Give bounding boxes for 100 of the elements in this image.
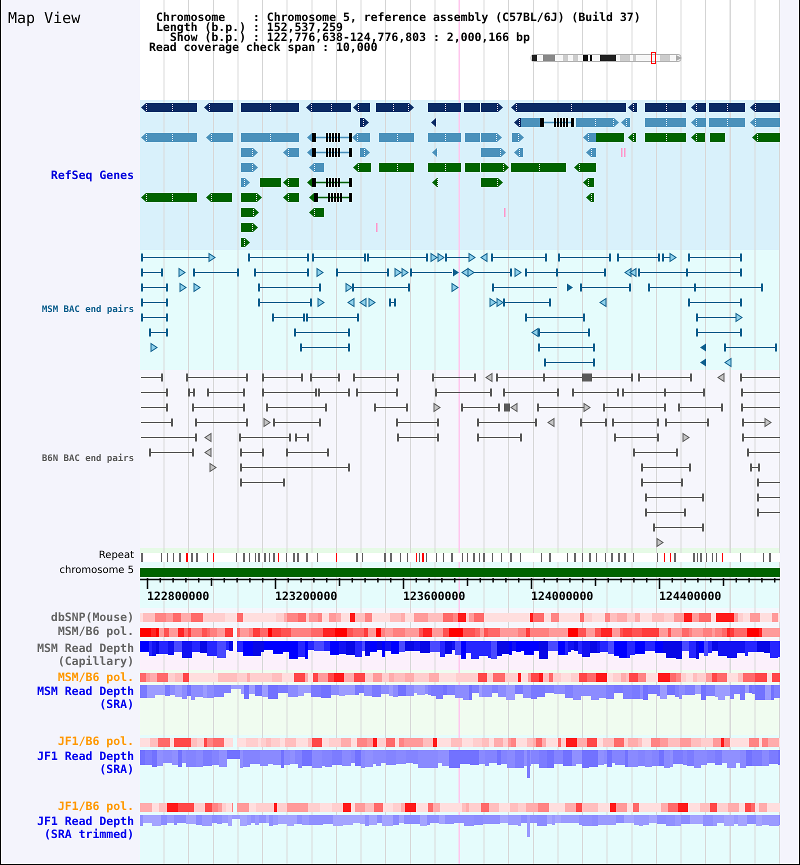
info-label: Show (b.p.) xyxy=(170,32,246,42)
info-value: 152,537,259 xyxy=(266,22,343,32)
bac-end-pair xyxy=(742,418,772,428)
gene-feature xyxy=(691,103,706,112)
bac-end-pair xyxy=(396,434,440,442)
triangle-icon xyxy=(510,402,518,412)
bac-end-pair xyxy=(396,418,440,426)
gene-feature xyxy=(283,193,299,202)
gene-feature xyxy=(360,118,369,127)
bac-end-pair xyxy=(740,388,780,396)
info-value: Chromosome 5, reference assembly (C57BL/6J) (Build 37) xyxy=(266,12,641,22)
bac-end-pair xyxy=(740,404,780,412)
gene-feature xyxy=(428,103,461,112)
gene-feature xyxy=(353,103,370,112)
triangle-icon xyxy=(150,342,158,352)
track-label: JF1 Read Depth (SRA trimmed) xyxy=(36,815,134,841)
bac-end-pair xyxy=(490,254,548,262)
gene-feature xyxy=(709,118,745,127)
triangle-icon xyxy=(547,418,554,428)
triangle-icon xyxy=(682,432,690,442)
bac-end-pair xyxy=(248,254,310,262)
gene-feature xyxy=(481,103,503,112)
coverage-span-value: 10,000 xyxy=(336,42,378,52)
gene-feature xyxy=(481,178,503,187)
bac-end-pair xyxy=(756,508,780,516)
view-title: Map View xyxy=(8,10,80,27)
gene-feature xyxy=(241,223,258,232)
gene-feature xyxy=(709,103,745,112)
bac-end-pair xyxy=(742,434,780,442)
gene-feature xyxy=(241,163,258,172)
track-label: chromosome 5 xyxy=(60,565,134,577)
gene-feature xyxy=(306,103,351,112)
bac-end-pair xyxy=(294,434,310,442)
bac-end-pair xyxy=(632,448,678,456)
gene-feature xyxy=(260,178,281,187)
bac-end-pair xyxy=(638,374,692,382)
track-label: RefSeq Genes xyxy=(50,168,134,182)
bac-end-pair xyxy=(502,298,552,306)
bac-end-pair xyxy=(140,298,168,306)
bac-end-pair xyxy=(258,284,322,292)
gene-feature xyxy=(432,178,438,187)
track-label: JF1/B6 pol. xyxy=(58,735,134,748)
axis-tick-label: 123600000 xyxy=(403,590,466,602)
bac-end-pair xyxy=(444,252,476,262)
square-icon xyxy=(504,404,510,412)
gene-feature xyxy=(464,103,480,112)
gene-feature xyxy=(691,133,705,142)
bac-end-pair xyxy=(696,312,743,322)
bac-end-pair xyxy=(238,434,292,442)
bac-end-pair xyxy=(300,344,350,352)
gene-feature xyxy=(645,118,686,127)
bac-end-pair xyxy=(640,464,692,472)
bac-end-pair xyxy=(580,284,632,292)
gene-feature xyxy=(206,193,232,202)
gene-feature xyxy=(307,178,352,187)
bac-end-pair xyxy=(688,254,742,262)
gene-feature xyxy=(379,163,414,172)
gene-feature xyxy=(379,133,414,142)
gene-feature xyxy=(511,163,566,172)
gene-feature xyxy=(283,178,299,187)
bac-end-pair xyxy=(140,268,164,276)
bac-end-pair xyxy=(538,328,590,336)
gene-feature xyxy=(241,133,299,142)
bac-end-pair xyxy=(524,314,586,322)
bac-end-pair xyxy=(240,448,264,456)
gene-feature xyxy=(574,163,596,172)
info-separator: : xyxy=(252,32,260,42)
track-label: Repeat xyxy=(98,550,134,562)
bac-end-pair xyxy=(750,464,760,472)
triangle-icon xyxy=(485,372,492,382)
gene-feature xyxy=(309,208,324,217)
bac-end-pair xyxy=(294,328,350,336)
triangle-icon xyxy=(514,268,522,278)
bac-end-pair xyxy=(544,358,596,366)
bac-end-pair xyxy=(756,494,780,502)
track-label: MSM Read Depth (Capillary) xyxy=(36,642,134,668)
bac-end-pair xyxy=(194,418,248,426)
axis-tick-label: 122800000 xyxy=(147,590,210,602)
triangle-icon xyxy=(567,284,573,292)
bac-end-pair xyxy=(492,284,558,292)
gene-feature xyxy=(353,163,371,172)
gene-feature xyxy=(576,118,619,127)
bac-end-pair xyxy=(678,404,724,412)
gene-feature xyxy=(645,133,686,142)
gene-feature xyxy=(481,133,502,142)
gene-feature xyxy=(360,148,370,157)
bac-end-pair xyxy=(536,402,591,412)
gene-feature xyxy=(586,193,594,202)
bac-end-pair xyxy=(696,328,742,336)
track-label: MSM BAC end pairs xyxy=(42,304,134,316)
bac-end-pair xyxy=(572,388,620,396)
gene-feature xyxy=(309,163,324,172)
gene-feature xyxy=(241,193,262,202)
gene-feature xyxy=(241,103,299,112)
bac-end-pair xyxy=(148,448,194,456)
bac-end-pair xyxy=(286,448,330,456)
bac-end-pair xyxy=(652,524,704,532)
bac-end-pair xyxy=(724,344,778,352)
gene-feature xyxy=(206,133,233,142)
bac-end-pair xyxy=(356,388,398,396)
